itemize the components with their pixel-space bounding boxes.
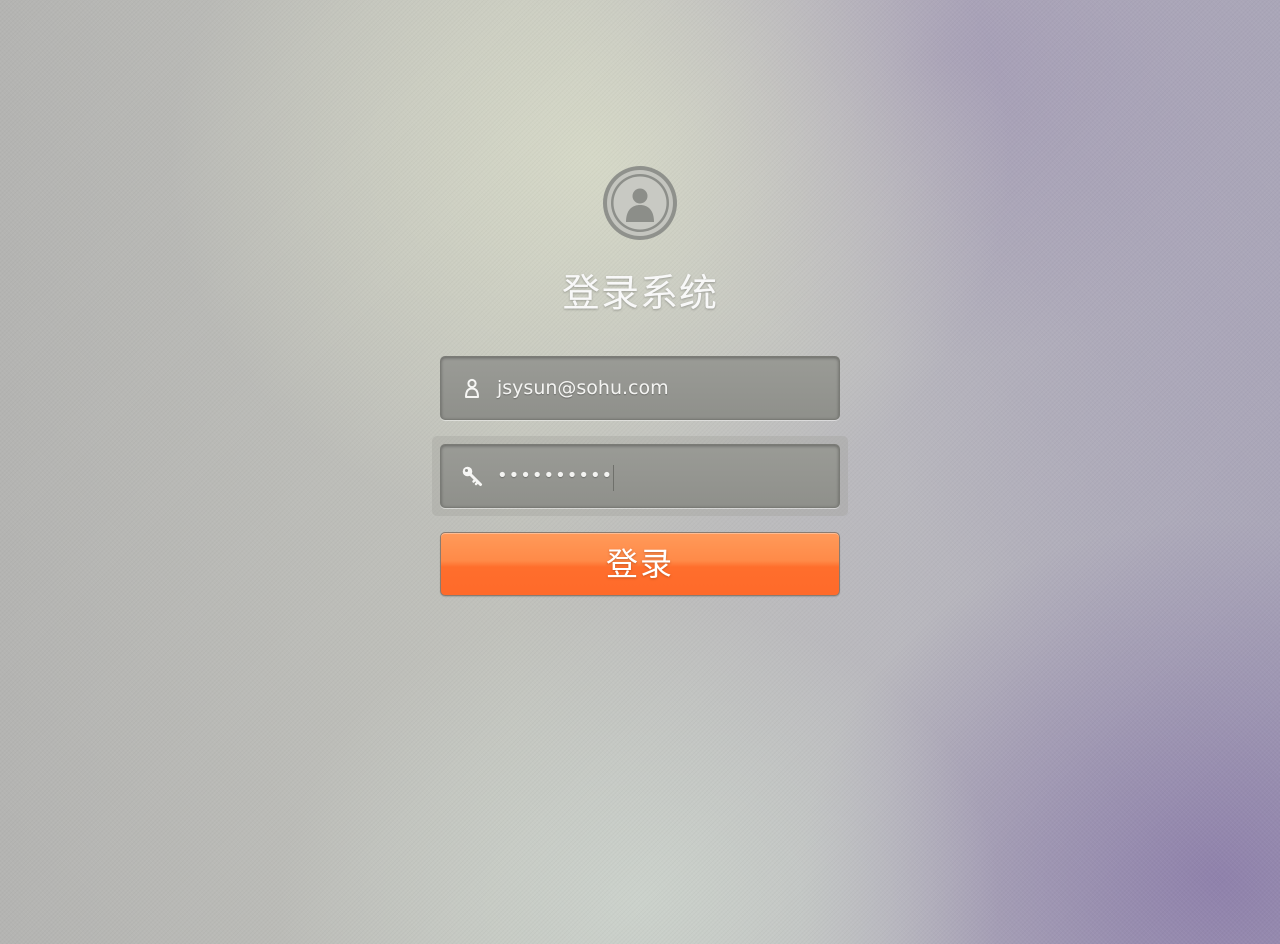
login-button[interactable]: 登录: [440, 532, 840, 596]
password-value: ••••••••••: [497, 465, 614, 486]
user-avatar-icon: [601, 164, 679, 242]
user-icon: [461, 377, 483, 399]
username-value: jsysun@sohu.com: [497, 377, 669, 399]
key-icon: [461, 465, 483, 487]
password-field[interactable]: ••••••••••: [440, 444, 840, 508]
username-field[interactable]: jsysun@sohu.com: [440, 356, 840, 420]
page-title: 登录系统: [561, 271, 718, 315]
text-caret: [613, 465, 614, 491]
